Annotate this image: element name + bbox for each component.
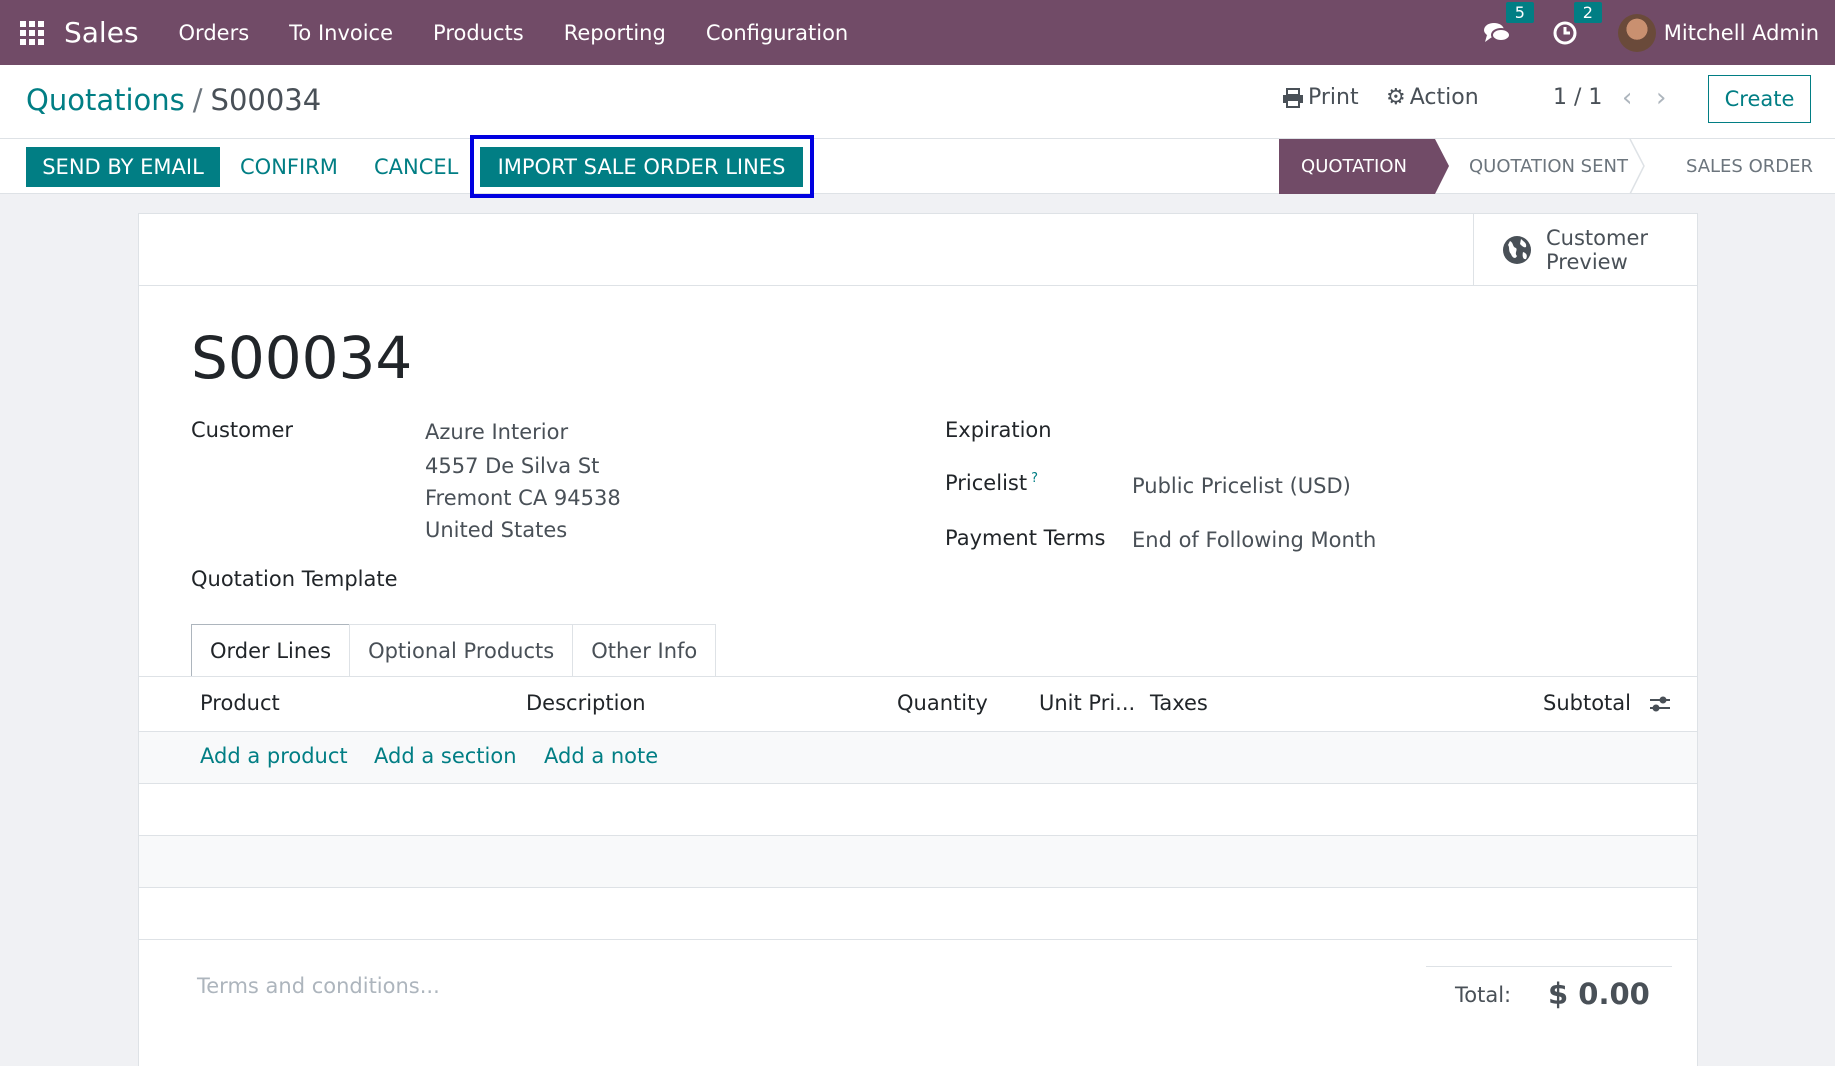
import-sale-order-lines-button[interactable]: IMPORT SALE ORDER LINES	[480, 147, 803, 187]
payment-terms-label: Payment Terms	[945, 526, 1106, 550]
apps-grid-icon[interactable]	[20, 20, 44, 45]
action-button[interactable]: ⚙ Action	[1386, 85, 1479, 110]
status-quotation-sent[interactable]: QUOTATION SENT	[1435, 139, 1656, 194]
menu-reporting[interactable]: Reporting	[544, 21, 686, 45]
terms-and-conditions-field[interactable]: Terms and conditions...	[197, 974, 440, 998]
activities-count-badge: 2	[1573, 1, 1602, 23]
payment-terms-value[interactable]: End of Following Month	[1132, 528, 1376, 552]
printer-icon	[1283, 87, 1303, 108]
top-navbar: Sales Orders To Invoice Products Reporti…	[0, 0, 1835, 65]
total-value: $ 0.00	[1548, 977, 1650, 1011]
action-label: Action	[1409, 85, 1479, 110]
clock-icon	[1553, 21, 1577, 44]
footer-divider	[139, 939, 1697, 940]
column-description[interactable]: Description	[526, 691, 646, 715]
print-label: Print	[1308, 85, 1359, 110]
button-box: Customer Preview	[139, 214, 1697, 286]
order-lines-header: Product Description Quantity Unit Pri...…	[139, 676, 1697, 732]
add-section-link[interactable]: Add a section	[374, 744, 517, 768]
pricelist-label-text: Pricelist	[945, 471, 1028, 495]
breadcrumb-separator: /	[192, 83, 203, 117]
add-note-link[interactable]: Add a note	[544, 744, 658, 768]
main-menu: Orders To Invoice Products Reporting Con…	[159, 21, 869, 45]
activities-button[interactable]: 2	[1550, 1, 1602, 48]
tab-other-info[interactable]: Other Info	[572, 624, 717, 676]
globe-icon	[1503, 236, 1531, 264]
pricelist-value[interactable]: Public Pricelist (USD)	[1132, 474, 1351, 498]
quotation-template-label: Quotation Template	[191, 567, 398, 591]
tab-optional-products[interactable]: Optional Products	[349, 624, 574, 676]
menu-to-invoice[interactable]: To Invoice	[269, 21, 413, 45]
app-name[interactable]: Sales	[64, 16, 139, 49]
add-line-row: Add a product Add a section Add a note	[139, 732, 1697, 784]
user-name: Mitchell Admin	[1663, 20, 1819, 45]
chevron-right-icon[interactable]: ›	[1656, 83, 1666, 113]
record-name: S00034	[191, 324, 413, 392]
column-taxes[interactable]: Taxes	[1150, 691, 1208, 715]
status-sales-order[interactable]: SALES ORDER	[1656, 139, 1835, 194]
chat-icon	[1483, 22, 1511, 42]
form-header: SEND BY EMAIL CONFIRM CANCEL QUOTATION Q…	[0, 139, 1835, 194]
breadcrumb: Quotations / S00034	[26, 83, 321, 117]
gear-icon: ⚙	[1386, 85, 1406, 110]
print-button[interactable]: Print	[1282, 85, 1359, 110]
breadcrumb-quotations[interactable]: Quotations	[26, 83, 185, 117]
confirm-button[interactable]: CONFIRM	[240, 147, 338, 187]
empty-row	[139, 836, 1697, 888]
breadcrumb-current: S00034	[210, 83, 322, 117]
pager-value[interactable]: 1 / 1	[1553, 85, 1602, 110]
customer-street: 4557 De Silva St	[425, 454, 600, 478]
chevron-left-icon[interactable]: ‹	[1622, 83, 1632, 113]
menu-orders[interactable]: Orders	[159, 21, 270, 45]
customer-country: United States	[425, 518, 568, 542]
total-divider	[1426, 966, 1672, 967]
column-product[interactable]: Product	[200, 691, 280, 715]
customer-preview-label-line2: Preview	[1546, 250, 1628, 274]
notebook-tabs: Order Lines Optional Products Other Info	[191, 624, 717, 676]
user-menu[interactable]: Mitchell Admin	[1617, 13, 1819, 52]
empty-row	[139, 784, 1697, 836]
column-subtotal[interactable]: Subtotal	[1543, 691, 1631, 715]
customer-name[interactable]: Azure Interior	[425, 420, 568, 444]
status-separator	[1629, 139, 1645, 194]
column-quantity[interactable]: Quantity	[897, 691, 988, 715]
customer-preview-label-line1: Customer	[1546, 226, 1649, 250]
form-sheet: Customer Preview S00034 Customer Azure I…	[138, 213, 1698, 1066]
status-quotation: QUOTATION	[1279, 139, 1449, 194]
column-unit-price[interactable]: Unit Pri...	[1039, 691, 1135, 715]
messages-button[interactable]: 5	[1482, 1, 1534, 48]
menu-configuration[interactable]: Configuration	[686, 21, 868, 45]
customer-city: Fremont CA 94538	[425, 486, 621, 510]
menu-products[interactable]: Products	[413, 21, 544, 45]
empty-row	[139, 888, 1697, 940]
optional-columns-icon[interactable]	[1649, 693, 1671, 715]
total-label: Total:	[1455, 983, 1512, 1007]
customer-label: Customer	[191, 418, 294, 442]
help-tooltip-icon[interactable]: ?	[1031, 471, 1038, 486]
add-product-link[interactable]: Add a product	[200, 744, 348, 768]
statusbar: QUOTATION QUOTATION SENT SALES ORDER	[1279, 139, 1835, 194]
avatar	[1617, 13, 1656, 52]
create-button[interactable]: Create	[1708, 75, 1811, 123]
customer-preview-button[interactable]: Customer Preview	[1473, 214, 1697, 286]
cancel-button[interactable]: CANCEL	[374, 147, 458, 187]
send-by-email-button[interactable]: SEND BY EMAIL	[26, 147, 220, 187]
control-panel: Quotations / S00034 Print ⚙ Action 1 / 1 ‹…	[0, 65, 1835, 139]
tab-order-lines[interactable]: Order Lines	[191, 624, 351, 676]
messages-count-badge: 5	[1505, 1, 1534, 23]
pricelist-label: Pricelist?	[945, 471, 1038, 495]
expiration-label: Expiration	[945, 418, 1052, 442]
